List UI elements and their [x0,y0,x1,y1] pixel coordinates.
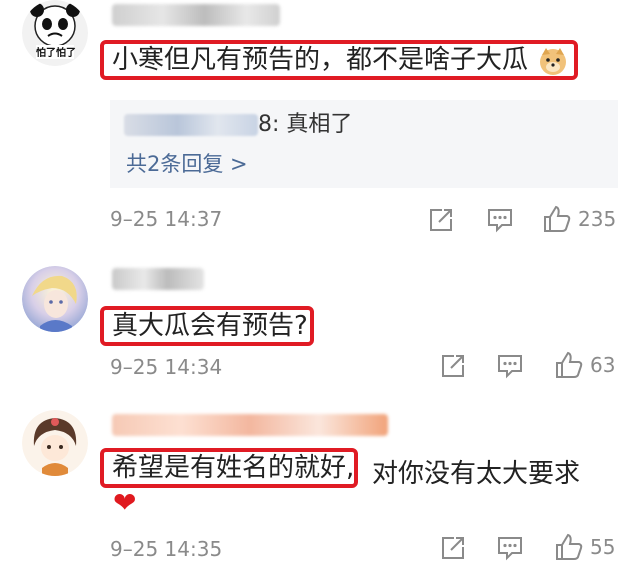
comment-text-continued: 对你没有太大要求 [372,459,581,489]
more-replies-link[interactable]: 共2条回复 > [126,148,248,178]
comment-icon [488,209,512,233]
thumbs-up-icon [556,533,583,560]
share-button[interactable] [440,535,466,561]
comment-icon [498,537,522,561]
username-blurred[interactable] [112,268,204,290]
doge-emoji-icon [540,47,567,75]
comment-1: 怕了怕了 小寒但凡有预告的，都不是啥子大瓜 8: 真相了 共2条回复 > 9–2… [0,0,640,240]
like-count: 63 [590,353,616,377]
comment-icon [498,355,522,379]
comment-button[interactable] [496,535,524,561]
avatar[interactable]: 怕了怕了 [22,0,88,66]
share-button[interactable] [440,353,466,379]
thumbs-up-icon [556,351,583,378]
comment-text: 小寒但凡有预告的，都不是啥子大瓜 [112,40,568,80]
reply-text: 8: 真相了 [258,112,353,137]
comment-button[interactable] [496,353,524,379]
like-button[interactable]: 235 [542,204,616,234]
thumbs-up-icon [544,205,571,232]
like-button[interactable]: 63 [554,350,615,380]
comment-text: 真大瓜会有预告? [112,311,308,341]
like-count: 55 [590,535,616,559]
comment-3: 希望是有姓名的就好, 对你没有太大要求 ❤ 9–25 14:35 55 [0,404,640,562]
comment-2: 真大瓜会有预告? 9–25 14:34 63 [0,262,640,392]
reply-username-blurred[interactable] [124,114,258,136]
anime-avatar-icon [22,266,88,332]
comment-text: 希望是有姓名的就好, [112,453,355,483]
avatar[interactable] [22,266,88,332]
timestamp: 9–25 14:34 [110,355,223,379]
reply-line: 8: 真相了 [124,108,352,142]
avatar[interactable] [22,410,88,476]
cartoon-girl-avatar-icon [22,410,88,476]
share-icon [430,209,452,231]
share-button[interactable] [428,207,454,233]
timestamp: 9–25 14:35 [110,537,223,561]
heart-emoji-icon: ❤ [113,486,137,519]
comment-button[interactable] [486,207,514,233]
like-button[interactable]: 55 [554,532,615,562]
avatar-caption: 怕了怕了 [36,48,76,59]
username-blurred[interactable] [112,414,388,436]
share-icon [442,537,464,559]
share-icon [442,355,464,377]
username-blurred[interactable] [112,4,280,26]
like-count: 235 [578,207,617,231]
reply-preview[interactable]: 8: 真相了 共2条回复 > [110,100,618,188]
timestamp: 9–25 14:37 [110,207,223,231]
